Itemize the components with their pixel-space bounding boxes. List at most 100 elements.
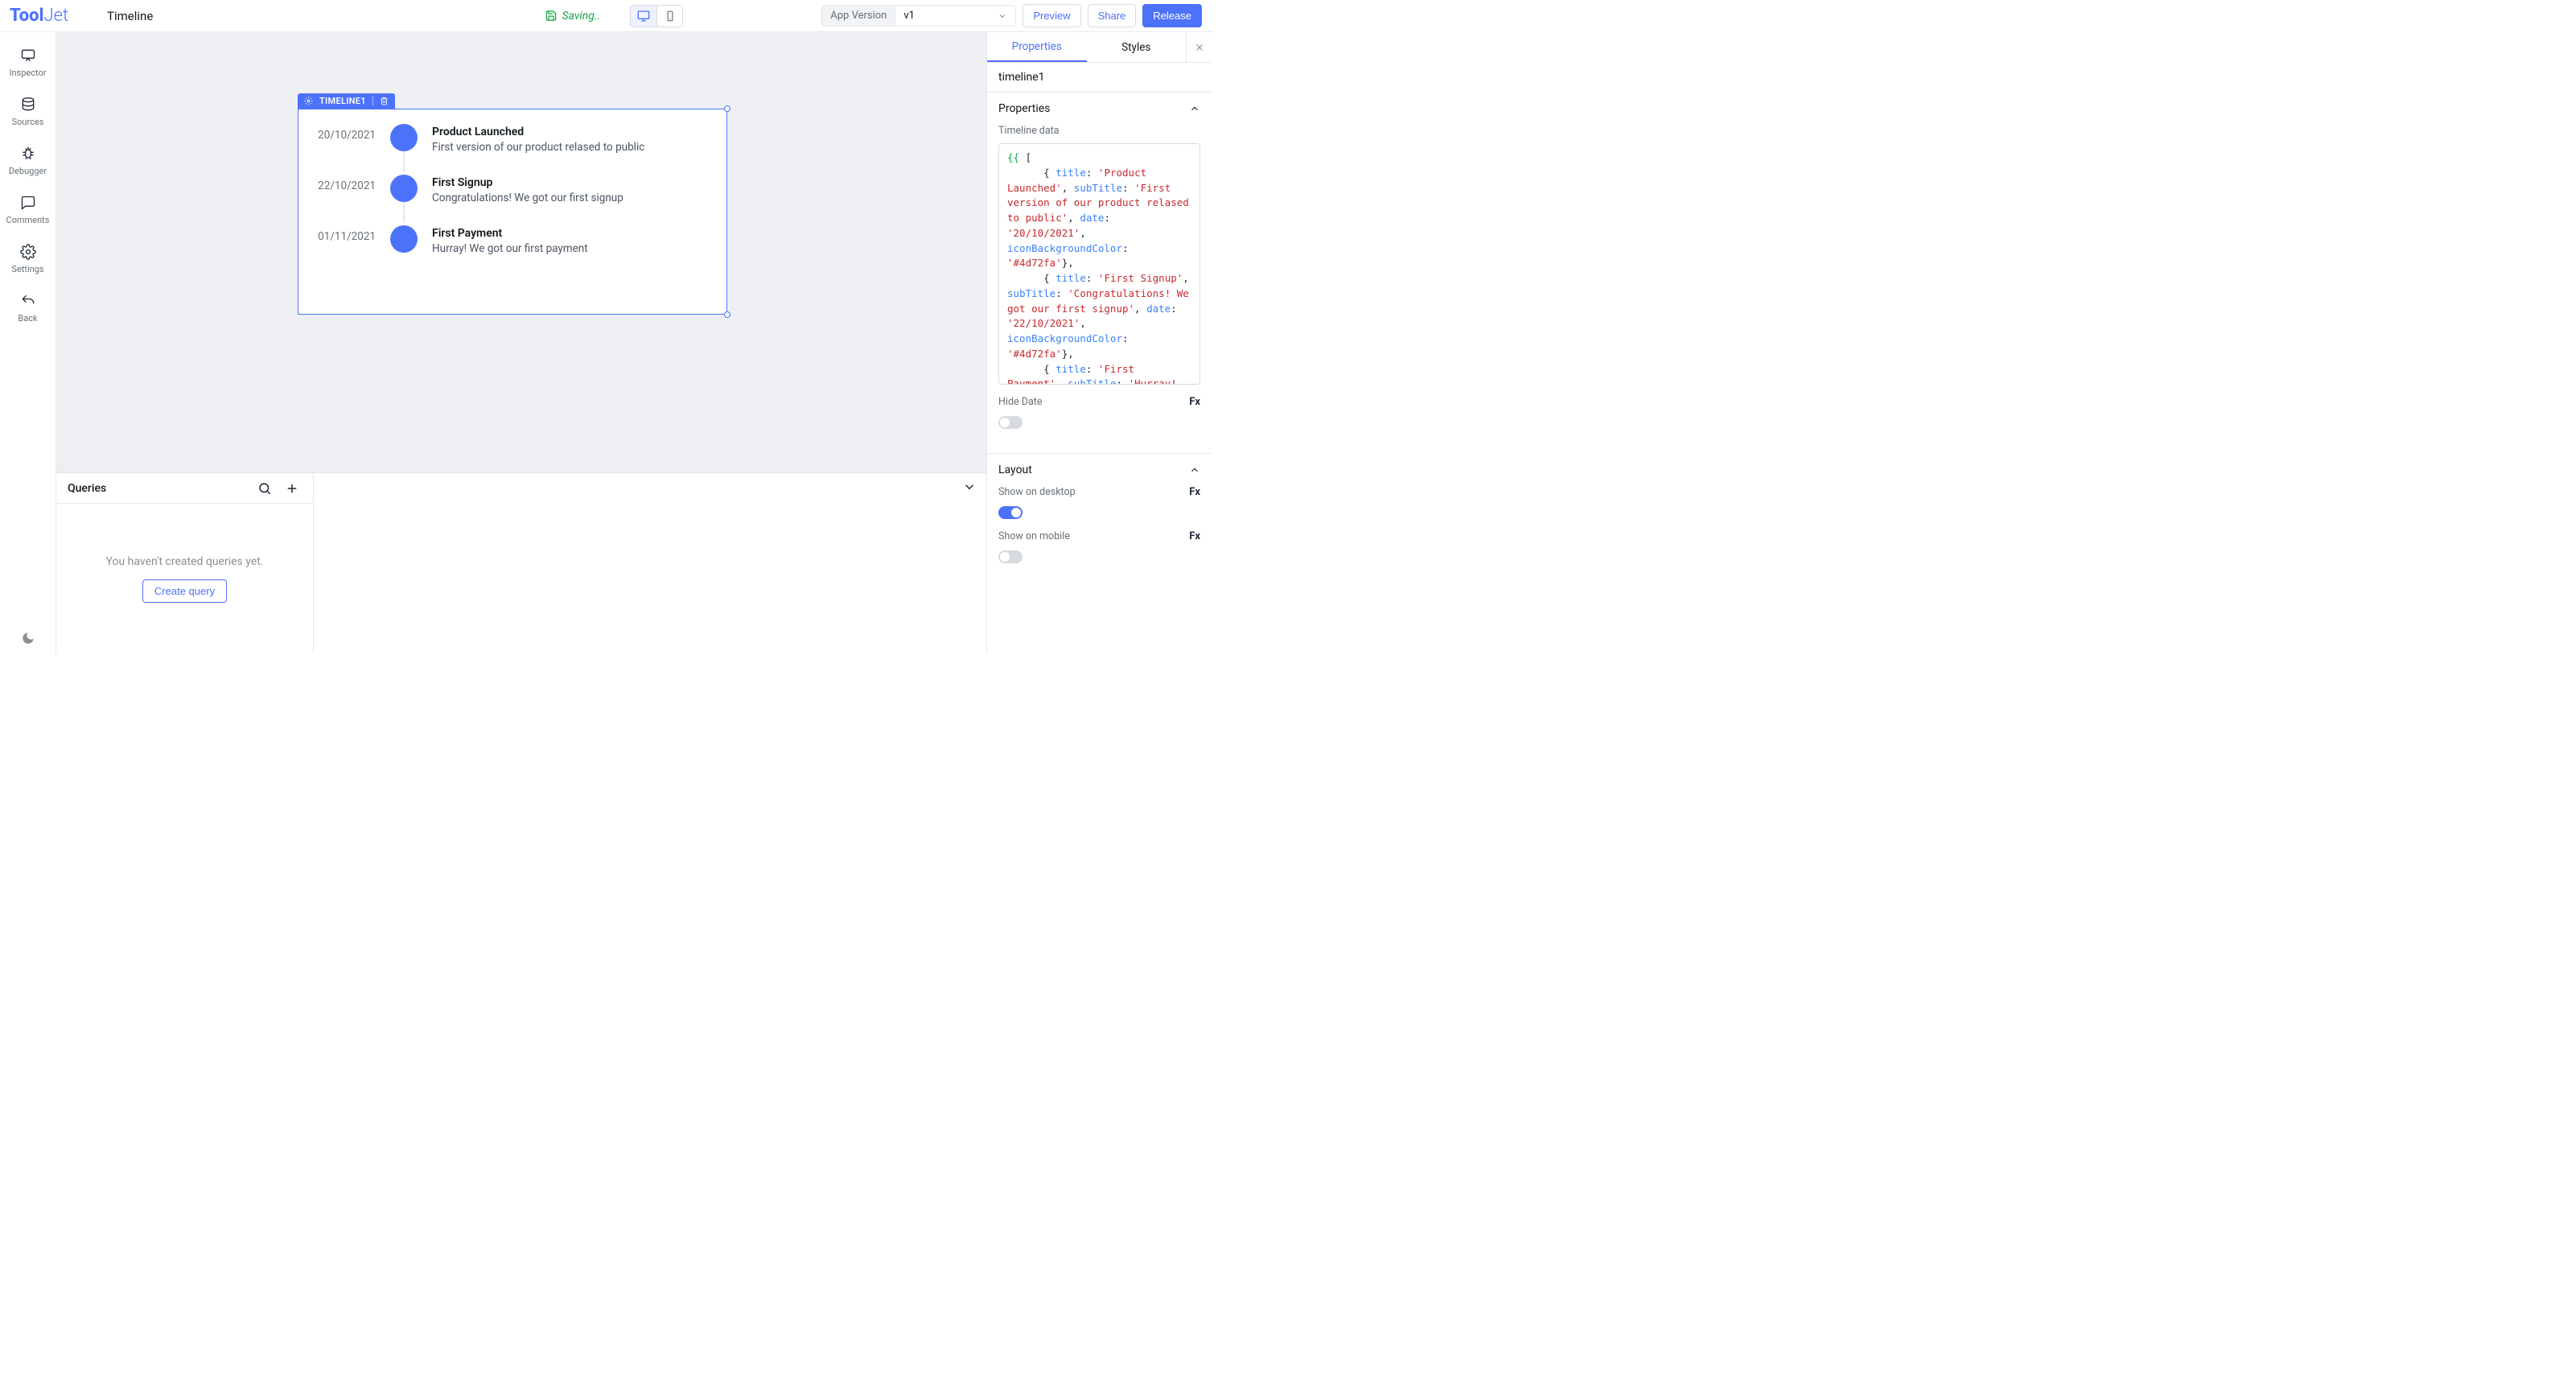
timeline-event-date: 22/10/2021 xyxy=(315,175,376,192)
timeline-connector xyxy=(403,202,405,223)
share-button[interactable]: Share xyxy=(1088,4,1137,27)
show-desktop-label: Show on desktop xyxy=(998,486,1076,498)
rail-settings[interactable]: Settings xyxy=(0,237,56,282)
show-mobile-row: Show on mobile Fx xyxy=(998,519,1200,542)
query-list: Queries You haven't created queries yet.… xyxy=(56,473,314,653)
timeline-dot-col xyxy=(390,124,418,151)
logo-bold: Tool xyxy=(10,6,43,26)
version-picker-value[interactable]: v1 xyxy=(895,5,1016,27)
show-desktop-fx-button[interactable]: Fx xyxy=(1189,486,1200,498)
save-icon xyxy=(545,10,558,23)
timeline-event-date: 20/10/2021 xyxy=(315,124,376,142)
timeline-data-label: Timeline data xyxy=(998,125,1200,137)
timeline-component[interactable]: TIMELINE1 20/10/2021 Product Launched Firs… xyxy=(298,93,727,315)
timeline-event-title: Product Launched xyxy=(432,126,644,138)
rail-back-label: Back xyxy=(0,313,56,324)
canvas[interactable]: TIMELINE1 20/10/2021 Product Launched Firs… xyxy=(56,32,986,472)
show-mobile-fx-button[interactable]: Fx xyxy=(1189,530,1200,542)
query-panel: Queries You haven't created queries yet.… xyxy=(56,472,986,653)
search-icon xyxy=(257,481,272,496)
release-button[interactable]: Release xyxy=(1142,4,1202,27)
tab-styles[interactable]: Styles xyxy=(1087,32,1187,62)
hide-date-row: Hide Date Fx xyxy=(998,385,1200,408)
mobile-preview-button[interactable] xyxy=(656,6,682,27)
rail-comments-label: Comments xyxy=(0,215,56,225)
show-desktop-row: Show on desktop Fx xyxy=(998,486,1200,498)
rail-debugger[interactable]: Debugger xyxy=(0,138,56,184)
inspector-panel: Properties Styles timeline1 Properties T… xyxy=(986,32,1212,653)
layout-section-title: Layout xyxy=(998,464,1032,476)
timeline-event-text: Product Launched First version of our pro… xyxy=(432,124,644,154)
device-preview-toggle xyxy=(630,5,683,27)
chevron-down-icon xyxy=(998,11,1007,21)
version-value: v1 xyxy=(903,10,915,22)
plus-icon xyxy=(285,481,299,496)
rail-debugger-label: Debugger xyxy=(0,166,56,176)
timeline-event-title: First Signup xyxy=(432,176,623,189)
rail-sources-label: Sources xyxy=(0,117,56,127)
properties-section-title: Properties xyxy=(998,102,1050,115)
component-name-input[interactable]: timeline1 xyxy=(987,63,1212,93)
query-empty-state: You haven't created queries yet. Create … xyxy=(56,504,313,653)
component-badge-label: TIMELINE1 xyxy=(319,96,366,106)
app-name-input[interactable]: Timeline xyxy=(83,9,153,23)
timeline-event-title: First Payment xyxy=(432,227,588,240)
hide-date-toggle[interactable] xyxy=(998,416,1023,429)
database-icon xyxy=(0,96,56,113)
close-icon xyxy=(1194,42,1205,53)
timeline-event: 01/11/2021 First PaymentHurray! We got ou… xyxy=(315,225,710,255)
tab-properties[interactable]: Properties xyxy=(987,32,1087,62)
resize-handle-br[interactable] xyxy=(724,311,730,318)
resize-handle-tr[interactable] xyxy=(724,105,730,112)
timeline-event-text: First PaymentHurray! We got our first pa… xyxy=(432,225,588,255)
left-rail: Inspector Sources Debugger Comments Sett… xyxy=(0,32,56,653)
rail-back[interactable]: Back xyxy=(0,286,56,332)
gear-small-icon xyxy=(304,97,313,105)
app-header: ToolJet Timeline Saving.. App Version v1… xyxy=(0,0,1212,32)
timeline-event: 20/10/2021 Product Launched First version … xyxy=(315,124,710,175)
timeline-event: 22/10/2021 First SignupCongratulations! W… xyxy=(315,175,710,225)
timeline-data-editor[interactable]: {{ [ { title: 'Product Launched', subTit… xyxy=(998,143,1200,385)
layout-accordion-header[interactable]: Layout xyxy=(987,454,1212,486)
timeline-dot xyxy=(390,124,418,151)
preview-button[interactable]: Preview xyxy=(1023,4,1080,27)
hide-date-fx-button[interactable]: Fx xyxy=(1189,396,1200,408)
close-inspector-button[interactable] xyxy=(1186,32,1212,62)
rail-inspector[interactable]: Inspector xyxy=(0,40,56,86)
component-badge[interactable]: TIMELINE1 xyxy=(298,93,395,109)
bug-icon xyxy=(0,145,56,163)
app-body: Inspector Sources Debugger Comments Sett… xyxy=(0,32,1212,653)
desktop-preview-button[interactable] xyxy=(631,6,656,27)
timeline-event-text: First SignupCongratulations! We got our … xyxy=(432,175,623,204)
rail-settings-label: Settings xyxy=(0,264,56,274)
moon-icon xyxy=(21,631,35,645)
inspector-tabs: Properties Styles xyxy=(987,32,1212,63)
version-picker[interactable]: App Version v1 xyxy=(821,5,1016,27)
queries-title: Queries xyxy=(68,482,247,495)
show-desktop-toggle[interactable] xyxy=(998,506,1023,519)
inspector-icon xyxy=(0,47,56,64)
comment-icon xyxy=(0,194,56,212)
rail-sources[interactable]: Sources xyxy=(0,89,56,135)
timeline-event-subtitle: First version of our product relased to … xyxy=(432,141,644,154)
add-query-button[interactable] xyxy=(282,479,302,498)
theme-toggle[interactable] xyxy=(0,631,56,645)
properties-accordion-header[interactable]: Properties xyxy=(987,93,1212,125)
timeline-dot-col xyxy=(390,225,418,253)
collapse-query-panel-button[interactable] xyxy=(962,480,977,494)
logo[interactable]: ToolJet xyxy=(10,6,73,26)
timeline-dot-col xyxy=(390,175,418,202)
timeline-event-date: 01/11/2021 xyxy=(315,225,376,243)
desktop-icon xyxy=(637,10,650,23)
create-query-button[interactable]: Create query xyxy=(142,579,227,603)
gear-icon xyxy=(0,243,56,261)
rail-comments[interactable]: Comments xyxy=(0,188,56,233)
query-empty-text: You haven't created queries yet. xyxy=(106,555,264,568)
canvas-column: TIMELINE1 20/10/2021 Product Launched Firs… xyxy=(56,32,986,653)
trash-icon[interactable] xyxy=(380,97,389,105)
search-queries-button[interactable] xyxy=(255,479,274,498)
show-mobile-toggle[interactable] xyxy=(998,550,1023,563)
chevron-up-icon xyxy=(1189,464,1200,476)
save-status-text: Saving.. xyxy=(562,10,601,23)
timeline-box[interactable]: 20/10/2021 Product Launched First version … xyxy=(298,109,727,315)
